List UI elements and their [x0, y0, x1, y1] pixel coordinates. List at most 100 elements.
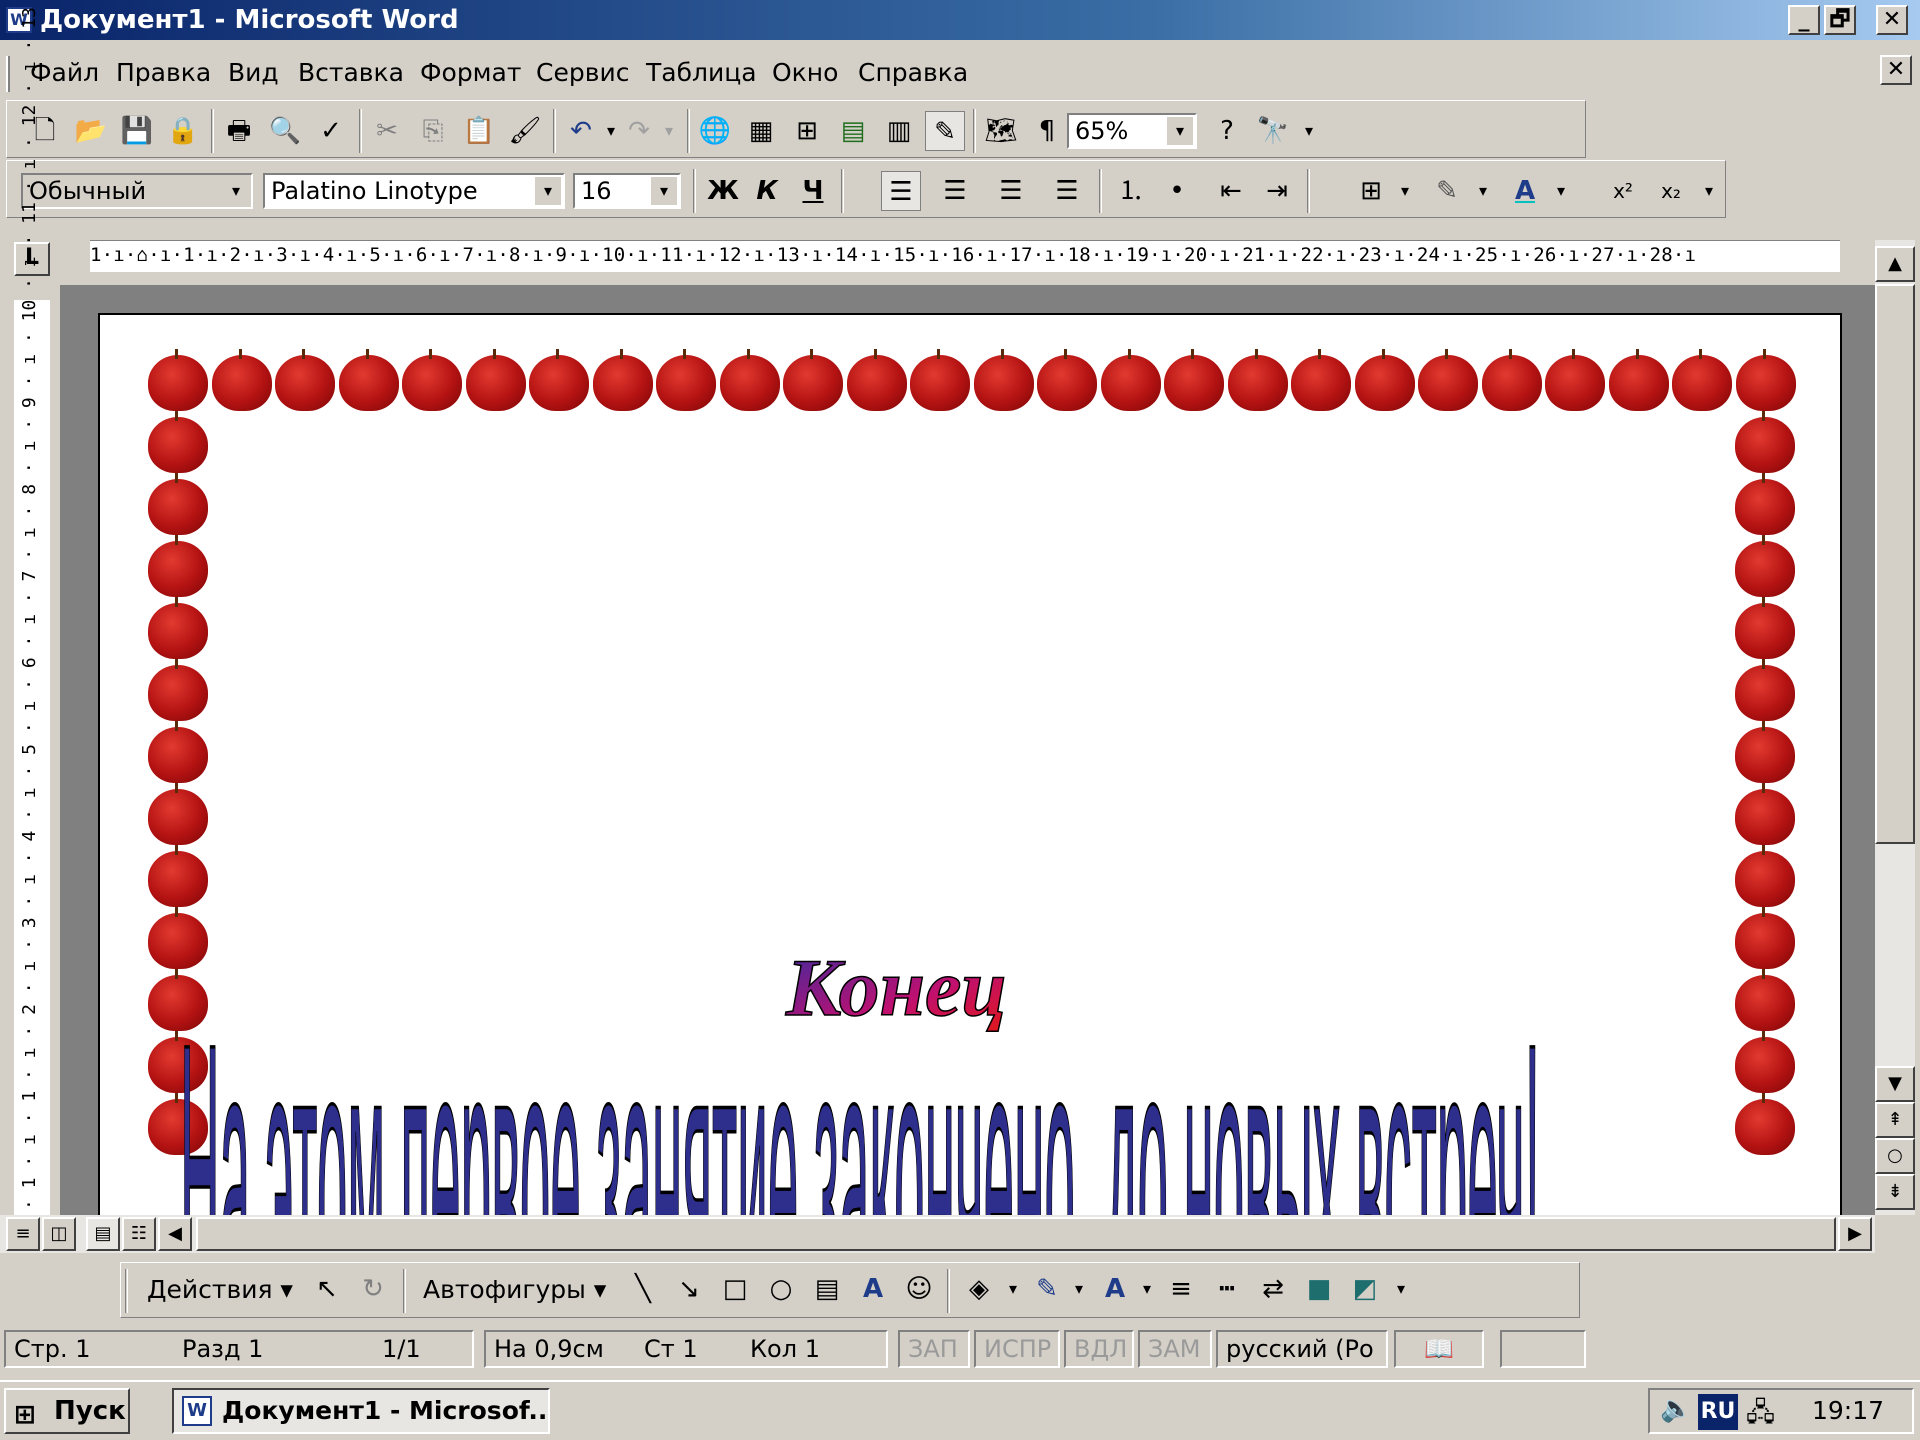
outline-view-icon[interactable]: ☷: [122, 1217, 156, 1251]
status-rec[interactable]: ЗАП: [898, 1330, 970, 1368]
menu-insert[interactable]: Вставка: [298, 58, 404, 87]
actions-menu[interactable]: Действия ▾: [147, 1275, 293, 1304]
permission-icon[interactable]: 🔒: [163, 111, 203, 151]
menu-format[interactable]: Формат: [420, 58, 521, 87]
font-color-dropdown-icon[interactable]: ▾: [1541, 171, 1581, 211]
web-view-icon[interactable]: ◫: [42, 1217, 76, 1251]
line-style-icon[interactable]: ≡: [1161, 1269, 1201, 1309]
insert-table-icon[interactable]: ⊞: [787, 111, 827, 151]
style-combo[interactable]: Обычный ▾: [21, 173, 253, 209]
bullets-icon[interactable]: •: [1157, 171, 1197, 211]
align-right-icon[interactable]: ☰: [991, 171, 1031, 211]
previous-page-icon[interactable]: ⇞: [1875, 1102, 1915, 1138]
increase-indent-icon[interactable]: ⇥: [1257, 171, 1297, 211]
free-rotate-icon[interactable]: ↻: [353, 1269, 393, 1309]
chevron-down-icon[interactable]: ▾: [223, 177, 249, 205]
copy-icon[interactable]: ⎘: [413, 111, 453, 151]
print-preview-icon[interactable]: 🔍: [265, 111, 305, 151]
normal-view-icon[interactable]: ≡: [6, 1217, 40, 1251]
wordart-icon[interactable]: A: [853, 1269, 893, 1309]
research-icon[interactable]: 🔭: [1253, 111, 1293, 151]
status-page-panel[interactable]: Стр. 1 Разд 1 1/1: [4, 1330, 474, 1368]
next-page-icon[interactable]: ⇟: [1875, 1174, 1915, 1210]
redo-dropdown-icon[interactable]: ▾: [649, 111, 689, 151]
restore-button[interactable]: 🗗: [1824, 5, 1856, 35]
shadow-icon[interactable]: ■: [1299, 1269, 1339, 1309]
arrow-style-icon[interactable]: ⇄: [1253, 1269, 1293, 1309]
insert-excel-icon[interactable]: ▤: [833, 111, 873, 151]
horizontal-ruler[interactable]: 1·ı·⌂·ı·1·ı·2·ı·3·ı·4·ı·5·ı·6·ı·7·ı·8·ı·…: [90, 240, 1840, 272]
scroll-left-icon[interactable]: ◀: [158, 1217, 192, 1251]
vertical-scrollbar[interactable]: ▲ ▼ ⇞ ○ ⇟: [1875, 240, 1915, 1215]
network-icon[interactable]: 🖧: [1746, 1394, 1775, 1438]
zoom-combo[interactable]: 65% ▾: [1067, 113, 1197, 149]
chevron-down-icon[interactable]: ▾: [1167, 117, 1193, 145]
line-color-dropdown-icon[interactable]: ▾: [1059, 1269, 1099, 1309]
highlight-dropdown-icon[interactable]: ▾: [1463, 171, 1503, 211]
open-icon[interactable]: 📂: [71, 111, 111, 151]
horizontal-scrollbar[interactable]: ≡ ◫ ▤ ☷ ◀ ▶: [0, 1215, 1875, 1253]
ending-wordart[interactable]: Конец: [780, 935, 1080, 1055]
toolbar-grip[interactable]: [125, 1269, 128, 1313]
minimize-button[interactable]: _: [1788, 5, 1820, 35]
drawing-icon[interactable]: ✎: [925, 111, 965, 151]
format-painter-icon[interactable]: 🖌: [505, 111, 545, 151]
menu-edit[interactable]: Правка: [116, 58, 211, 87]
document-page[interactable]: На этом первое занятие закончено, до нов…: [98, 313, 1842, 1215]
menu-tools[interactable]: Сервис: [536, 58, 629, 87]
scroll-thumb[interactable]: [196, 1217, 1836, 1251]
close-button[interactable]: ✕: [1876, 5, 1908, 35]
show-formatting-icon[interactable]: ¶: [1027, 111, 1067, 151]
menu-file[interactable]: Файл: [30, 58, 99, 87]
justify-icon[interactable]: ☰: [1047, 171, 1087, 211]
borders-dropdown-icon[interactable]: ▾: [1385, 171, 1425, 211]
status-ovr[interactable]: ЗАМ: [1138, 1330, 1212, 1368]
document-area[interactable]: На этом первое занятие закончено, до нов…: [60, 285, 1875, 1215]
subscript-icon[interactable]: x₂: [1651, 171, 1691, 211]
save-icon[interactable]: 💾: [117, 111, 157, 151]
document-close-button[interactable]: ✕: [1880, 55, 1912, 85]
language-indicator[interactable]: RU: [1698, 1394, 1738, 1430]
superscript-icon[interactable]: x²: [1603, 171, 1643, 211]
italic-button[interactable]: К: [747, 171, 787, 211]
font-combo[interactable]: Palatino Linotype ▾: [263, 173, 565, 209]
status-trk[interactable]: ИСПР: [974, 1330, 1060, 1368]
scroll-right-icon[interactable]: ▶: [1838, 1217, 1872, 1251]
scroll-up-icon[interactable]: ▲: [1875, 246, 1915, 282]
scroll-down-icon[interactable]: ▼: [1875, 1066, 1915, 1102]
align-center-icon[interactable]: ☰: [935, 171, 975, 211]
spelling-status-icon[interactable]: 📖: [1394, 1330, 1484, 1368]
3d-icon[interactable]: ◩: [1345, 1269, 1385, 1309]
align-left-icon[interactable]: ☰: [881, 171, 921, 211]
bold-button[interactable]: Ж: [703, 171, 743, 211]
dash-style-icon[interactable]: ┅: [1207, 1269, 1247, 1309]
toolbar-options-icon[interactable]: ▾: [1289, 111, 1329, 151]
volume-icon[interactable]: 🔈: [1660, 1394, 1692, 1424]
taskbar-word-button[interactable]: W Документ1 - Microsof...: [172, 1388, 550, 1434]
select-browse-object-icon[interactable]: ○: [1875, 1138, 1915, 1174]
font-size-combo[interactable]: 16 ▾: [573, 173, 681, 209]
status-position-panel[interactable]: На 0,9см Ст 1 Кол 1: [484, 1330, 888, 1368]
font-color-icon[interactable]: A: [1505, 171, 1545, 211]
oval-icon[interactable]: ○: [761, 1269, 801, 1309]
status-language[interactable]: русский (Ро: [1216, 1330, 1388, 1368]
start-button[interactable]: ⊞ Пуск: [4, 1388, 130, 1434]
underline-button[interactable]: Ч: [793, 171, 833, 211]
autoshapes-menu[interactable]: Автофигуры ▾: [423, 1275, 606, 1304]
tables-borders-icon[interactable]: ▦: [741, 111, 781, 151]
numbering-icon[interactable]: ⒈: [1111, 171, 1151, 211]
scroll-thumb[interactable]: [1875, 284, 1915, 844]
document-map-icon[interactable]: 🗺: [981, 111, 1021, 151]
menu-view[interactable]: Вид: [228, 58, 279, 87]
vertical-ruler[interactable]: · 1 · ı · 1 · ı · 2 · ı · 3 · ı · 4 · ı …: [14, 0, 50, 1220]
help-icon[interactable]: ?: [1207, 111, 1247, 151]
print-layout-view-icon[interactable]: ▤: [86, 1217, 120, 1251]
print-icon[interactable]: 🖶: [219, 111, 259, 151]
menu-table[interactable]: Таблица: [646, 58, 757, 87]
paste-icon[interactable]: 📋: [459, 111, 499, 151]
chevron-down-icon[interactable]: ▾: [535, 177, 561, 205]
cut-icon[interactable]: ✂: [367, 111, 407, 151]
columns-icon[interactable]: ▥: [879, 111, 919, 151]
status-ext[interactable]: ВДЛ: [1064, 1330, 1134, 1368]
text-box-icon[interactable]: ▤: [807, 1269, 847, 1309]
